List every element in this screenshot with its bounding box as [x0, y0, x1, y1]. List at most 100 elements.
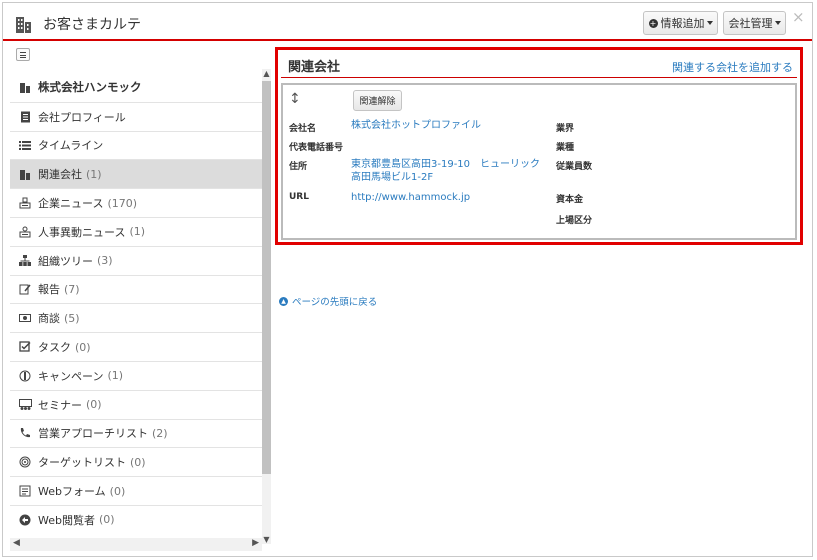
sidebar-item-label: 会社プロフィール	[38, 110, 126, 124]
web-viewer-icon	[18, 513, 32, 527]
sidebar-item-company[interactable]: 株式会社ハンモック	[10, 73, 262, 102]
add-related-company-link[interactable]: 関連する会社を追加する	[672, 59, 793, 75]
sidebar-vertical-scrollbar[interactable]: ▲ ▼	[262, 69, 271, 544]
sidebar-item-web-viewer[interactable]: Web閲覧者 (0)	[10, 504, 262, 534]
list-icon	[18, 138, 32, 152]
unlink-button[interactable]: 関連解除	[353, 90, 402, 111]
company-name-label: 会社名	[289, 124, 317, 134]
business-type-label: 業種	[556, 143, 575, 153]
drag-handle-icon[interactable]: ↕	[289, 91, 301, 107]
sidebar-item-org-tree[interactable]: 組織ツリー (3)	[10, 245, 262, 275]
sidebar-item-count: (170)	[107, 196, 138, 210]
scroll-up-icon[interactable]: ▲	[262, 69, 271, 78]
arrow-up-circle-icon: ▲	[279, 296, 288, 306]
address-label: 住所	[289, 162, 308, 172]
sidebar-item-target-list[interactable]: ターゲットリスト (0)	[10, 447, 262, 476]
building-icon	[18, 80, 32, 94]
info-add-button[interactable]: + 情報追加	[643, 11, 718, 35]
sidebar-item-label: タイムライン	[38, 139, 104, 153]
sidebar-item-deal[interactable]: 商談 (5)	[10, 303, 262, 332]
sidebar-item-label: タスク	[38, 341, 71, 355]
sidebar-item-news[interactable]: 企業ニュース (170)	[10, 188, 262, 217]
scroll-down-icon[interactable]: ▼	[262, 535, 271, 544]
sidebar-item-personnel-news[interactable]: 人事異動ニュース (1)	[10, 216, 262, 246]
sidebar-item-count: (0)	[98, 513, 115, 527]
scroll-thumb[interactable]	[262, 81, 271, 474]
news-icon	[18, 196, 32, 210]
sidebar-item-task[interactable]: タスク (0)	[10, 332, 262, 361]
employees-label: 従業員数	[556, 162, 593, 172]
info-add-label: 情報追加	[660, 17, 705, 30]
sidebar-item-count: (1)	[129, 225, 146, 239]
sidebar-item-count: (0)	[109, 484, 126, 498]
plus-circle-icon: +	[648, 18, 658, 28]
back-to-top-label: ページの先頭に戻る	[292, 297, 378, 308]
header: お客さまカルテ + 情報追加 会社管理 ×	[3, 3, 812, 41]
sidebar-item-campaign[interactable]: キャンペーン (1)	[10, 360, 262, 390]
sidebar-item-profile[interactable]: 会社プロフィール	[10, 101, 262, 131]
form-icon	[18, 484, 32, 498]
panel-divider	[281, 77, 797, 78]
phone-label: 代表電話番号	[289, 143, 344, 153]
sidebar-list: 株式会社ハンモック 会社プロフィール タイムライン 関連会社 (1) 企業ニュー…	[10, 73, 262, 534]
company-manage-button[interactable]: 会社管理	[723, 11, 786, 35]
sidebar-item-label: 報告	[38, 283, 60, 297]
sidebar: 株式会社ハンモック 会社プロフィール タイムライン 関連会社 (1) 企業ニュー…	[10, 44, 271, 554]
panel-title: 関連会社	[288, 60, 341, 75]
industry-label: 業界	[556, 124, 575, 134]
sidebar-item-count: (3)	[97, 254, 113, 268]
sidebar-item-related[interactable]: 関連会社 (1)	[10, 159, 262, 189]
close-icon[interactable]: ×	[792, 8, 805, 26]
app-title: お客さまカルテ	[43, 17, 141, 33]
sidebar-item-report[interactable]: 報告 (7)	[10, 274, 262, 304]
capital-label: 資本金	[556, 195, 584, 205]
sidebar-horizontal-scrollbar[interactable]: ◀ ▶	[10, 538, 262, 551]
caret-down-icon	[706, 21, 713, 25]
sidebar-item-count: (0)	[75, 340, 91, 354]
related-company-card: ↕ 関連解除 会社名 株式会社ホットプロファイル 代表電話番号 住所 東京都豊島…	[281, 83, 797, 240]
sidebar-item-count: (1)	[107, 369, 124, 383]
buildings-icon	[18, 167, 32, 181]
sidebar-item-approach-list[interactable]: 営業アプローチリスト (2)	[10, 418, 262, 448]
caret-down-icon	[774, 21, 781, 25]
person-news-icon	[18, 225, 32, 239]
deal-icon	[18, 311, 32, 325]
seminar-icon	[18, 398, 32, 412]
sidebar-item-label: Web閲覧者	[38, 513, 95, 527]
url-link[interactable]: http://www.hammock.jp	[351, 191, 470, 204]
scroll-left-icon[interactable]: ◀	[13, 538, 20, 548]
sidebar-item-label: Webフォーム	[38, 485, 106, 499]
scroll-right-icon[interactable]: ▶	[252, 538, 259, 548]
sidebar-item-label: ターゲットリスト	[38, 456, 126, 470]
address-link[interactable]: 東京都豊島区高田3-19-10 ヒューリック高田馬場ビル1-2F	[351, 158, 547, 184]
sidebar-item-count: (2)	[152, 426, 168, 440]
sidebar-item-web-form[interactable]: Webフォーム (0)	[10, 476, 262, 505]
report-icon	[18, 282, 32, 296]
sidebar-item-label: 人事異動ニュース	[38, 225, 126, 239]
sidebar-item-count: (5)	[64, 311, 80, 325]
app-window: お客さまカルテ + 情報追加 会社管理 × 株式会社ハンモック 会社プロフィール…	[2, 2, 813, 557]
sidebar-item-count: (7)	[64, 282, 80, 296]
sidebar-item-count: (0)	[86, 398, 102, 412]
target-icon	[18, 455, 32, 469]
org-tree-icon	[18, 254, 32, 268]
back-to-top-link[interactable]: ▲ ページの先頭に戻る	[279, 294, 377, 308]
sidebar-item-timeline[interactable]: タイムライン	[10, 130, 262, 160]
sidebar-item-label: セミナー	[38, 398, 82, 412]
document-icon	[18, 110, 32, 124]
sidebar-item-label: 組織ツリー	[38, 254, 93, 268]
menu-toggle-icon[interactable]	[16, 48, 30, 61]
sidebar-item-label: 株式会社ハンモック	[38, 80, 142, 95]
sidebar-item-label: 商談	[38, 312, 60, 326]
company-manage-label: 会社管理	[728, 17, 773, 30]
sidebar-item-label: 企業ニュース	[38, 197, 104, 211]
listing-label: 上場区分	[556, 216, 593, 226]
checkbox-icon	[18, 340, 32, 354]
sidebar-item-seminar[interactable]: セミナー (0)	[10, 389, 262, 419]
related-company-panel: 関連会社 関連する会社を追加する ↕ 関連解除 会社名 株式会社ホットプロファイ…	[275, 47, 803, 245]
company-name-link[interactable]: 株式会社ホットプロファイル	[351, 119, 481, 132]
phone-icon	[18, 426, 32, 440]
sidebar-item-label: キャンペーン	[38, 369, 104, 383]
sidebar-item-count: (0)	[130, 455, 146, 469]
url-label: URL	[289, 192, 309, 202]
